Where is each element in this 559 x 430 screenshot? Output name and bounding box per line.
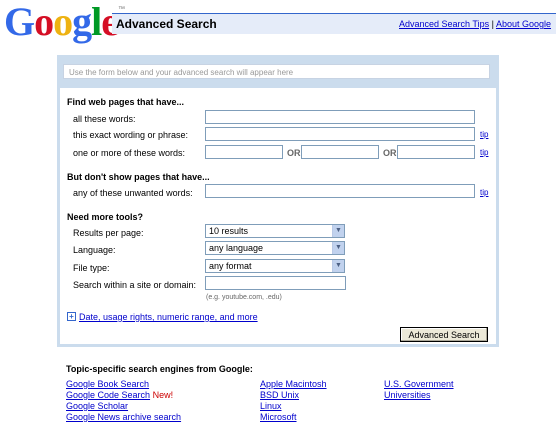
code-search-row: Google Code Search New! [66,390,173,400]
unwanted-words-input[interactable] [205,184,475,198]
all-words-input[interactable] [205,110,475,124]
date-usage-rights-link[interactable]: Date, usage rights, numeric range, and m… [79,312,258,322]
language-label: Language: [73,245,116,255]
google-scholar-link[interactable]: Google Scholar [66,401,128,411]
logo-letter: o [53,0,73,44]
page-title: Advanced Search [116,17,217,31]
unwanted-tip-link[interactable]: tip [480,188,488,197]
linux-link[interactable]: Linux [260,401,282,411]
file-type-select[interactable]: any format ▼ [205,259,345,273]
language-value: any language [209,243,264,253]
query-preview: Use the form below and your advanced sea… [63,64,490,79]
more-tools-heading: Need more tools? [67,212,144,222]
site-domain-input[interactable] [205,276,346,290]
results-per-page-select[interactable]: 10 results ▼ [205,224,345,238]
google-code-search-link[interactable]: Google Code Search [66,390,150,400]
site-domain-label: Search within a site or domain: [73,280,197,290]
us-government-link[interactable]: U.S. Government [384,379,454,389]
exact-phrase-tip-link[interactable]: tip [480,130,488,139]
google-logo[interactable]: Google™ [4,2,125,42]
logo-letter: g [72,0,92,44]
about-google-link[interactable]: About Google [496,19,551,29]
one-or-more-label: one or more of these words: [73,148,186,158]
or-word-input-3[interactable] [397,145,475,159]
header-links: Advanced Search Tips | About Google [399,19,551,29]
exact-phrase-input[interactable] [205,127,475,141]
chevron-down-icon[interactable]: ▼ [332,260,344,272]
logo-letter: l [91,0,102,44]
header-separator: | [491,19,494,29]
one-or-more-tip-link[interactable]: tip [480,148,488,157]
site-domain-hint: (e.g. youtube.com, .edu) [206,294,282,301]
dont-show-heading: But don't show pages that have... [67,172,210,182]
microsoft-link[interactable]: Microsoft [260,412,297,422]
plus-icon[interactable]: + [67,312,76,321]
google-book-search-link[interactable]: Google Book Search [66,379,149,389]
new-badge: New! [152,390,174,400]
bsd-unix-link[interactable]: BSD Unix [260,390,299,400]
apple-macintosh-link[interactable]: Apple Macintosh [260,379,327,389]
language-select[interactable]: any language ▼ [205,241,345,255]
title-bar: Advanced Search Advanced Search Tips | A… [112,13,556,34]
or-word-input-1[interactable] [205,145,283,159]
chevron-down-icon[interactable]: ▼ [332,225,344,237]
logo-letter: G [4,0,35,44]
results-per-page-value: 10 results [209,226,249,236]
trademark: ™ [118,6,126,13]
file-type-value: any format [209,261,252,271]
topic-engines-heading: Topic-specific search engines from Googl… [66,364,253,374]
or-word-input-2[interactable] [301,145,379,159]
chevron-down-icon[interactable]: ▼ [332,242,344,254]
all-words-label: all these words: [73,114,136,124]
results-per-page-label: Results per page: [73,228,144,238]
advanced-search-button[interactable]: Advanced Search [400,327,488,342]
logo-letter: o [34,0,54,44]
file-type-label: File type: [73,263,110,273]
find-heading: Find web pages that have... [67,97,185,107]
or-label: OR [383,148,397,158]
unwanted-words-label: any of these unwanted words: [73,188,193,198]
or-label: OR [287,148,301,158]
universities-link[interactable]: Universities [384,390,431,400]
advanced-search-tips-link[interactable]: Advanced Search Tips [399,19,489,29]
exact-phrase-label: this exact wording or phrase: [73,130,189,140]
google-news-archive-link[interactable]: Google News archive search [66,412,181,422]
